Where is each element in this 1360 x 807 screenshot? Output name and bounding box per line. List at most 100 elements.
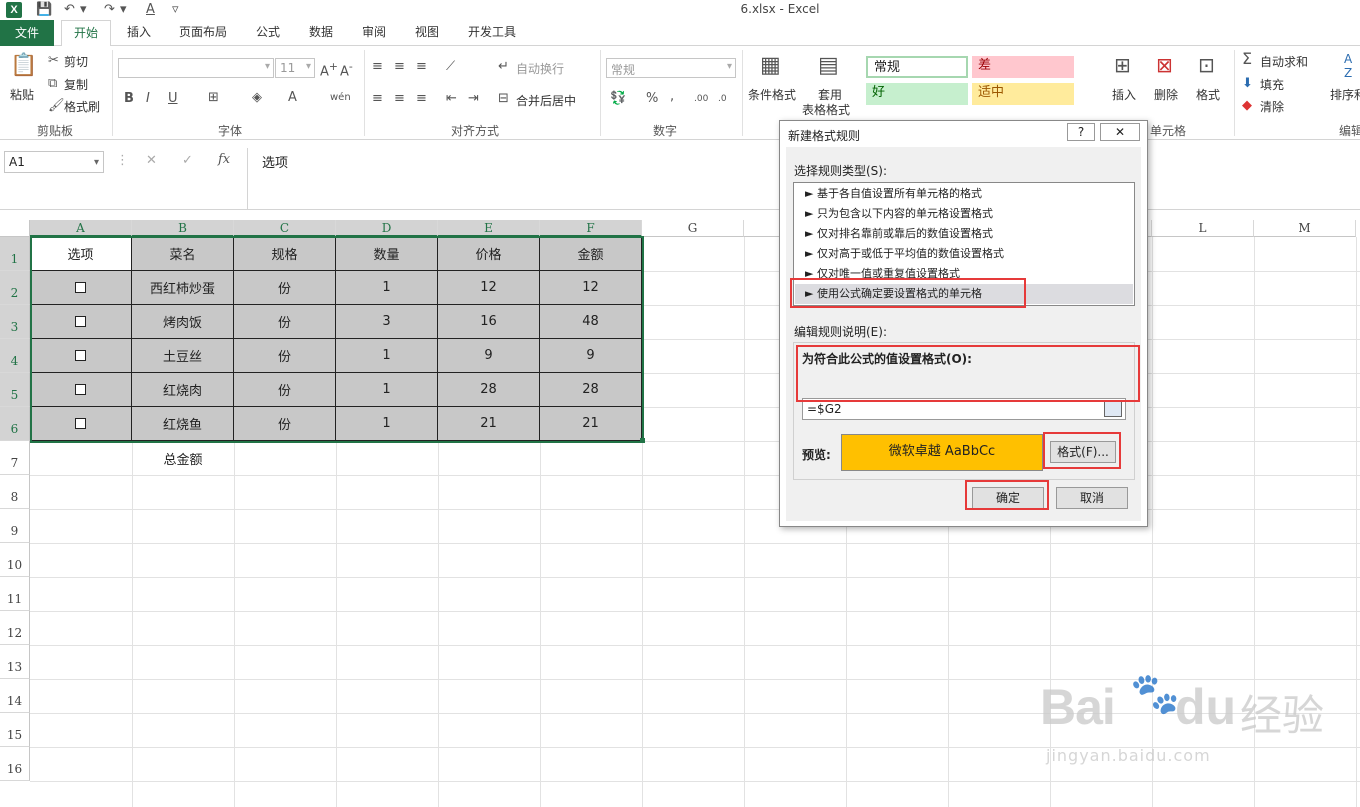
paste-button[interactable]: 粘贴: [10, 86, 34, 103]
rule-type-list[interactable]: ► 基于各自值设置所有单元格的格式 ► 只为包含以下内容的单元格设置格式 ► 仅…: [793, 182, 1135, 306]
font-name-select[interactable]: ▾: [118, 58, 274, 78]
table-cell[interactable]: 份: [234, 271, 336, 305]
underline-icon[interactable]: U: [168, 92, 178, 106]
insert-cells-button[interactable]: 插入: [1112, 86, 1136, 103]
align-bottom-icon[interactable]: ≡: [416, 60, 427, 74]
increase-decimal-icon[interactable]: .00: [694, 92, 708, 106]
delete-cells-button[interactable]: 删除: [1154, 86, 1178, 103]
cancel-button[interactable]: 取消: [1056, 487, 1128, 509]
table-header-cell[interactable]: 金额: [540, 237, 642, 271]
cut-icon[interactable]: ✂: [48, 54, 59, 68]
row-header[interactable]: 11: [0, 577, 30, 611]
tab-page-layout[interactable]: 页面布局: [170, 20, 236, 46]
column-header[interactable]: D: [336, 220, 438, 237]
clear-icon[interactable]: ◆: [1242, 99, 1252, 113]
fill-handle[interactable]: [640, 438, 645, 443]
style-good[interactable]: 好: [866, 83, 968, 105]
conditional-format-icon[interactable]: ▦: [760, 54, 781, 78]
align-middle-icon[interactable]: ≡: [394, 60, 405, 74]
table-cell[interactable]: 12: [540, 271, 642, 305]
merge-icon[interactable]: ⊟: [498, 92, 509, 106]
fill-button[interactable]: 填充: [1260, 76, 1284, 93]
bold-icon[interactable]: B: [124, 92, 134, 106]
fill-color-icon[interactable]: ◈: [252, 91, 262, 105]
table-header-cell[interactable]: 价格: [438, 237, 540, 271]
shrink-font-icon[interactable]: A-: [340, 60, 353, 79]
row-header[interactable]: 4: [0, 339, 30, 373]
row-header[interactable]: 1: [0, 237, 30, 271]
row-header[interactable]: 12: [0, 611, 30, 645]
table-cell[interactable]: 9: [540, 339, 642, 373]
tab-data[interactable]: 数据: [299, 20, 343, 46]
grow-font-icon[interactable]: A+: [320, 60, 338, 79]
checkbox-icon[interactable]: [75, 282, 86, 293]
insert-function-icon[interactable]: fx: [218, 153, 230, 167]
decrease-indent-icon[interactable]: ⇤: [446, 92, 457, 106]
align-right-icon[interactable]: ≡: [416, 92, 427, 106]
checkbox-icon[interactable]: [75, 384, 86, 395]
rule-formula-input[interactable]: =$G2: [802, 398, 1126, 420]
row-header[interactable]: 7: [0, 441, 30, 475]
row-header[interactable]: 16: [0, 747, 30, 781]
table-cell[interactable]: 土豆丝: [132, 339, 234, 373]
table-cell[interactable]: 9: [438, 339, 540, 373]
table-cell[interactable]: 1: [336, 339, 438, 373]
row-header[interactable]: 14: [0, 679, 30, 713]
column-header[interactable]: E: [438, 220, 540, 237]
checkbox-cell[interactable]: [30, 271, 132, 305]
merge-center-button[interactable]: 合并后居中: [516, 92, 576, 109]
table-cell[interactable]: 12: [438, 271, 540, 305]
currency-icon[interactable]: 💱: [610, 92, 626, 106]
ok-button[interactable]: 确定: [972, 487, 1044, 509]
row-header[interactable]: 8: [0, 475, 30, 509]
font-color-icon[interactable]: A: [288, 91, 297, 105]
table-cell[interactable]: 1: [336, 407, 438, 441]
table-format-icon[interactable]: ▤: [818, 54, 839, 78]
phonetic-icon[interactable]: wén: [330, 91, 351, 105]
table-cell[interactable]: 16: [438, 305, 540, 339]
border-icon[interactable]: ⊞: [208, 91, 219, 105]
tab-insert[interactable]: 插入: [118, 20, 160, 46]
table-cell[interactable]: 份: [234, 305, 336, 339]
checkbox-icon[interactable]: [75, 316, 86, 327]
rule-type-item-formula[interactable]: ► 使用公式确定要设置格式的单元格: [795, 284, 1133, 304]
font-size-select[interactable]: 11 ▾: [275, 58, 315, 78]
tab-developer[interactable]: 开发工具: [458, 20, 526, 46]
table-header-cell[interactable]: 数量: [336, 237, 438, 271]
tab-file[interactable]: 文件: [0, 20, 54, 46]
checkbox-cell[interactable]: [30, 305, 132, 339]
autosum-icon[interactable]: Σ: [1242, 51, 1252, 67]
table-cell[interactable]: 西红柿炒蛋: [132, 271, 234, 305]
checkbox-cell[interactable]: [30, 407, 132, 441]
close-button[interactable]: ✕: [1100, 123, 1140, 141]
table-cell[interactable]: 红烧鱼: [132, 407, 234, 441]
format-button[interactable]: 格式(F)...: [1050, 441, 1116, 463]
table-cell[interactable]: 28: [438, 373, 540, 407]
autosum-button[interactable]: 自动求和: [1260, 53, 1308, 70]
sort-filter-icon[interactable]: AZ: [1344, 52, 1352, 80]
total-label-cell[interactable]: 总金额: [132, 441, 234, 475]
cancel-entry-icon[interactable]: ✕: [146, 154, 157, 168]
format-painter-icon[interactable]: 🖌: [48, 99, 65, 113]
checkbox-icon[interactable]: [75, 418, 86, 429]
tab-view[interactable]: 视图: [405, 20, 449, 46]
delete-cells-icon[interactable]: ⊠: [1156, 54, 1173, 76]
table-cell[interactable]: 28: [540, 373, 642, 407]
table-cell[interactable]: 份: [234, 339, 336, 373]
column-header[interactable]: B: [132, 220, 234, 237]
tab-review[interactable]: 审阅: [352, 20, 396, 46]
column-header[interactable]: G: [642, 220, 744, 237]
table-cell[interactable]: 份: [234, 373, 336, 407]
column-header[interactable]: F: [540, 220, 642, 237]
row-header[interactable]: 2: [0, 271, 30, 305]
tab-home[interactable]: 开始: [61, 20, 111, 47]
row-header[interactable]: 5: [0, 373, 30, 407]
select-all-corner[interactable]: [0, 220, 30, 237]
rule-type-item[interactable]: ► 仅对高于或低于平均值的数值设置格式: [795, 244, 1133, 264]
format-cells-button[interactable]: 格式: [1196, 86, 1220, 103]
table-cell[interactable]: 3: [336, 305, 438, 339]
conditional-format-button[interactable]: 条件格式: [748, 86, 796, 103]
worksheet-grid[interactable]: ABCDEFGHIJKLM 12345678910111213141516 选项…: [0, 220, 1360, 807]
style-normal[interactable]: 常规: [866, 56, 968, 78]
style-bad[interactable]: 差: [972, 56, 1074, 78]
